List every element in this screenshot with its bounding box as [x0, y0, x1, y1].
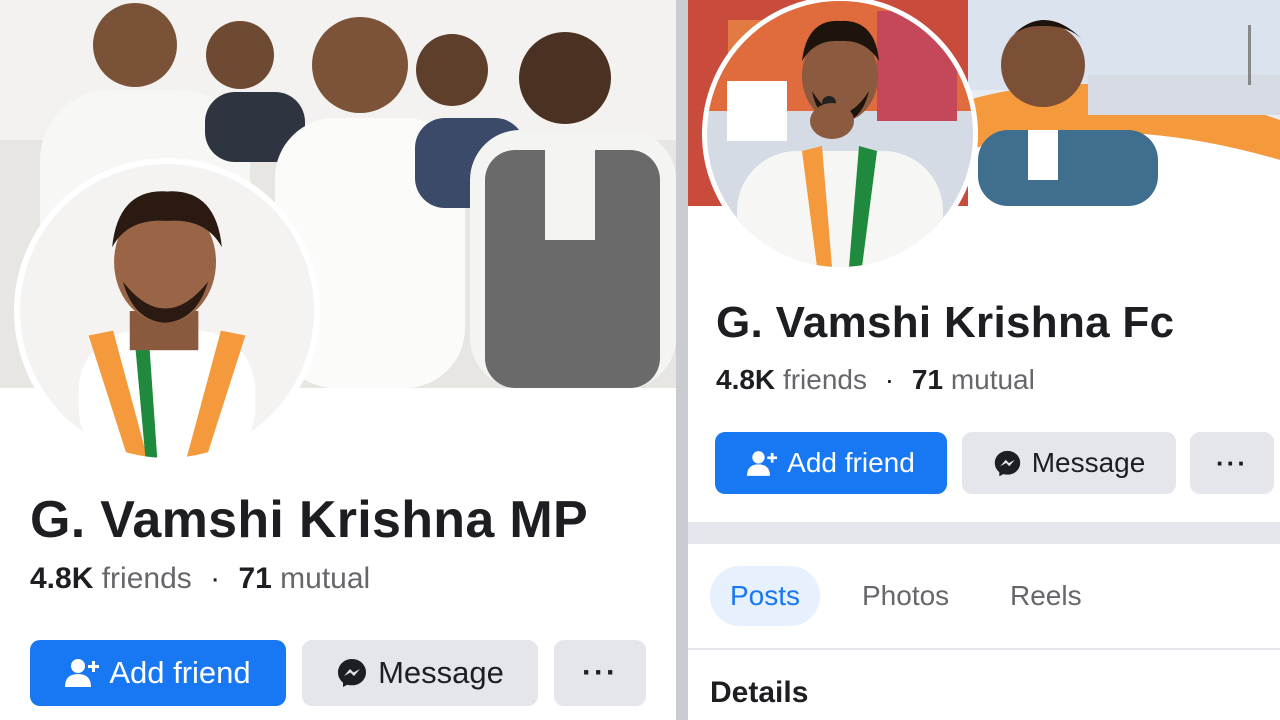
details-heading: Details — [710, 676, 809, 709]
friends-count: 4.8K — [716, 364, 776, 395]
add-person-icon — [65, 658, 100, 688]
message-button[interactable]: Message — [962, 432, 1176, 494]
add-friend-label: Add friend — [109, 655, 251, 690]
message-label: Message — [1031, 447, 1146, 478]
mutual-count: 71 — [238, 562, 272, 595]
messenger-icon — [336, 657, 368, 689]
mutual-label: mutual — [950, 364, 1035, 395]
tab-posts[interactable]: Posts — [710, 566, 821, 626]
profile-name: G. Vamshi Krishna MP — [30, 491, 588, 549]
add-friend-button[interactable]: Add friend — [30, 640, 286, 706]
friends-summary[interactable]: 4.8K friends · 71 mutual — [716, 364, 1035, 396]
add-friend-label: Add friend — [787, 447, 915, 478]
more-options-button[interactable]: ··· — [554, 640, 646, 706]
message-button[interactable]: Message — [302, 640, 538, 706]
friends-count: 4.8K — [30, 562, 94, 595]
add-person-icon — [747, 450, 778, 477]
profile-name: G. Vamshi Krishna Fc — [716, 298, 1175, 347]
message-label: Message — [378, 655, 504, 690]
friends-label: friends — [101, 562, 192, 595]
friends-label: friends — [782, 364, 867, 395]
tab-reels[interactable]: Reels — [990, 566, 1102, 626]
messenger-icon — [993, 449, 1022, 478]
left-profile-panel: G. Vamshi Krishna MP 4.8K friends · 71 m… — [0, 0, 676, 720]
separator-dot: · — [884, 364, 895, 395]
mutual-label: mutual — [280, 562, 371, 595]
tab-photos[interactable]: Photos — [842, 566, 969, 626]
panel-divider — [676, 0, 688, 720]
profile-picture[interactable] — [14, 158, 320, 464]
friends-summary[interactable]: 4.8K friends · 71 mutual — [30, 562, 370, 596]
right-profile-panel: G. Vamshi Krishna Fc 4.8K friends · 71 m… — [688, 0, 1280, 720]
more-options-button[interactable]: ··· — [1190, 432, 1274, 494]
add-friend-button[interactable]: Add friend — [715, 432, 947, 494]
mutual-count: 71 — [911, 364, 944, 395]
profile-picture[interactable] — [702, 0, 978, 272]
tabs-divider — [688, 648, 1280, 650]
section-divider — [688, 522, 1280, 544]
separator-dot: · — [210, 562, 221, 595]
